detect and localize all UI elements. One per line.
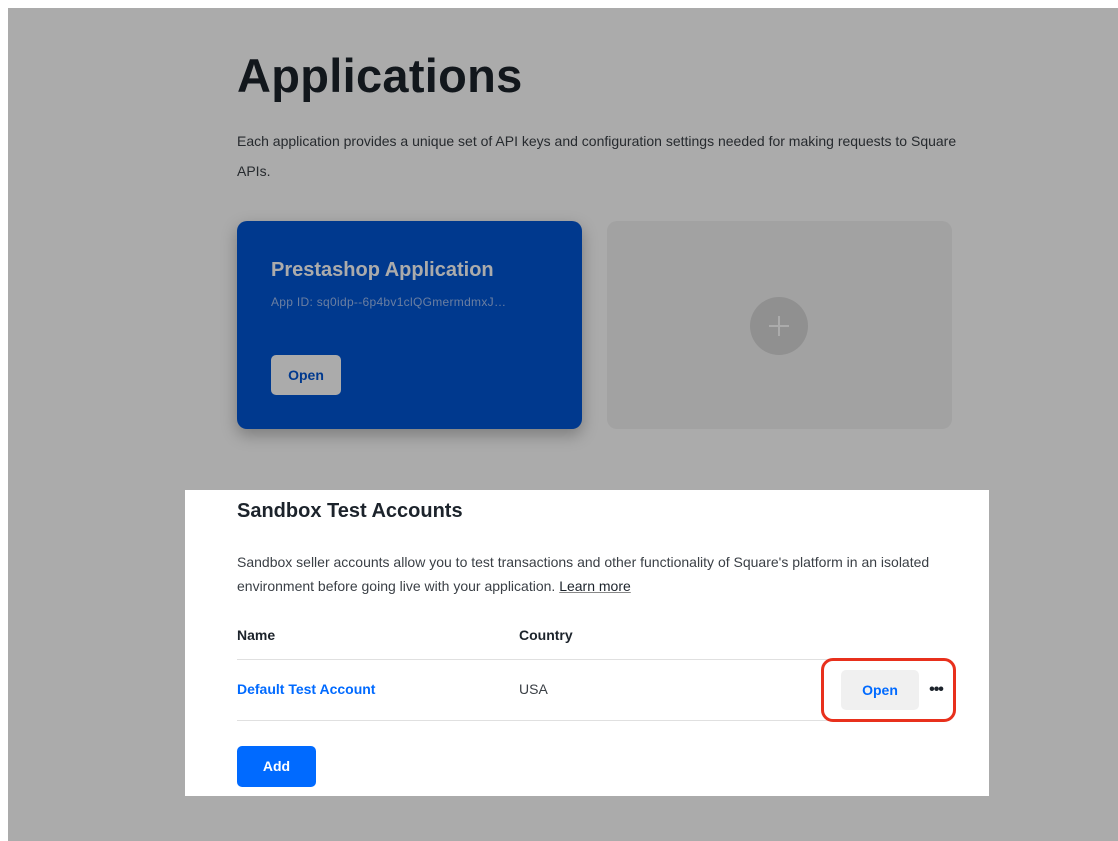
page-title: Applications	[237, 49, 523, 102]
page-intro: Each application provides a unique set o…	[237, 133, 957, 179]
sandbox-title: Sandbox Test Accounts	[237, 500, 463, 522]
application-open-button[interactable]: Open	[271, 355, 341, 395]
dim-right	[989, 490, 1118, 796]
column-header-country: Country	[519, 627, 573, 643]
add-account-button[interactable]: Add	[237, 746, 316, 787]
page: Applications Each application provides a…	[8, 8, 1118, 841]
sandbox-description: Sandbox seller accounts allow you to tes…	[237, 550, 957, 598]
application-name: Prestashop Application	[271, 259, 494, 281]
new-application-card[interactable]	[607, 221, 952, 429]
sandbox-panel: Sandbox Test Accounts Sandbox seller acc…	[185, 490, 989, 796]
application-id: App ID: sq0idp--6p4bv1clQGmermdmxJ…	[271, 295, 507, 309]
application-card[interactable]: Prestashop Application App ID: sq0idp--6…	[237, 221, 582, 429]
dim-bottom	[8, 796, 1118, 841]
plus-icon[interactable]	[750, 297, 808, 355]
account-name-link[interactable]: Default Test Account	[237, 681, 375, 697]
learn-more-link[interactable]: Learn more	[559, 578, 631, 594]
account-country: USA	[519, 681, 548, 697]
column-header-name: Name	[237, 627, 276, 643]
dim-left	[8, 490, 185, 796]
highlight-annotation	[821, 658, 956, 722]
